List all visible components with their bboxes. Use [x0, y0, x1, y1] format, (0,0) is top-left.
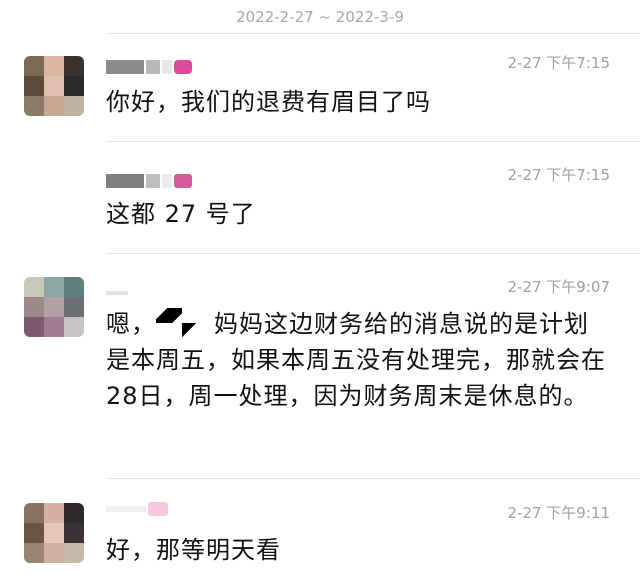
message-text: 你好，我们的退费有眉目了吗: [106, 88, 431, 116]
message-text: 这都 27 号了: [106, 200, 256, 228]
message-timestamp: 2-27 下午9:07: [507, 278, 611, 296]
sender-name-blurred: [106, 500, 168, 518]
message-text: 嗯， 妈妈这边财务给的消息说的是计划是本周五，如果本周五没有处理完，那就会在28日…: [106, 306, 606, 414]
message-timestamp: 2-27 下午7:15: [507, 54, 611, 72]
divider: [106, 253, 640, 254]
message-timestamp: 2-27 下午9:11: [507, 504, 611, 522]
avatar[interactable]: [24, 503, 84, 563]
message-text-start: 嗯，: [106, 310, 156, 338]
sender-name-blurred: [106, 284, 128, 302]
avatar[interactable]: [24, 277, 84, 337]
sender-name-blurred: [106, 58, 192, 76]
divider: [106, 478, 640, 479]
message-timestamp: 2-27 下午7:15: [507, 166, 611, 184]
date-range-header: 2022-2-27 ~ 2022-3-9: [236, 8, 404, 26]
divider: [106, 33, 640, 34]
message-text: 好，那等明天看: [106, 536, 281, 564]
divider: [106, 141, 640, 142]
redacted-name-mask: [156, 308, 208, 338]
sender-name-blurred: [106, 172, 192, 190]
avatar[interactable]: [24, 56, 84, 116]
